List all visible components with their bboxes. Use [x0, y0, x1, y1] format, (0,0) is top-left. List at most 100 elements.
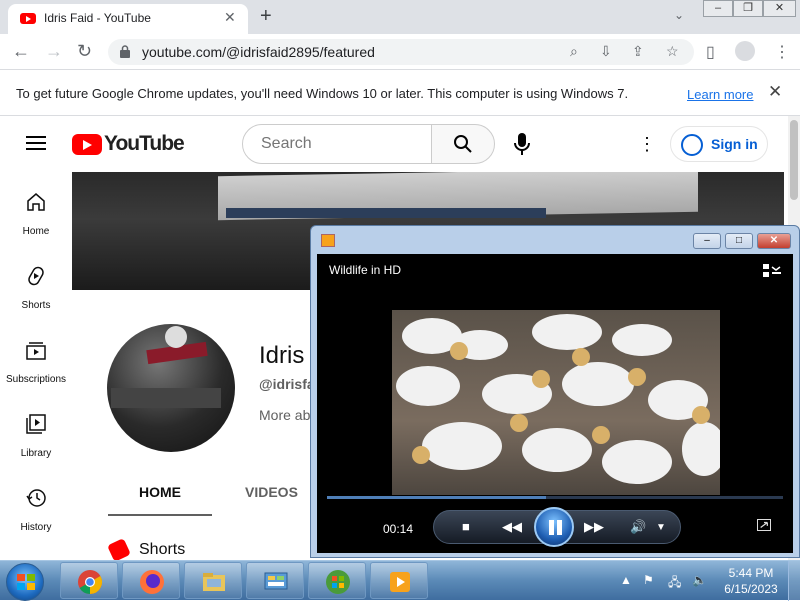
pause-button[interactable]: [534, 507, 574, 547]
channel-avatar[interactable]: [107, 324, 235, 452]
media-player-app-icon: [321, 234, 335, 247]
minimize-icon[interactable]: –: [703, 0, 733, 17]
youtube-play-icon: [72, 134, 102, 155]
show-hidden-icons-icon[interactable]: ▲: [620, 573, 632, 587]
install-icon[interactable]: ⇩: [600, 43, 612, 60]
browser-toolbar: ← → ↻ youtube.com/@idrisfaid2895/feature…: [0, 34, 800, 70]
seek-bar[interactable]: [327, 496, 783, 499]
search-input[interactable]: [259, 134, 419, 154]
share-icon[interactable]: ⇪: [632, 43, 644, 60]
video-bird-head: [532, 370, 550, 388]
shorts-section-label: Shorts: [139, 541, 186, 558]
tab-search-chevron-icon[interactable]: ⌄: [674, 8, 684, 22]
infobar-close-icon[interactable]: ✕: [768, 82, 782, 102]
restore-icon[interactable]: ❐: [733, 0, 763, 17]
nav-item-subscriptions[interactable]: Subscriptions: [0, 324, 72, 398]
video-area[interactable]: [392, 310, 720, 495]
media-player-icon: [390, 572, 410, 592]
media-player-frame: Wildlife in HD 00:14 ■ ◀◀ ▶▶ 🔊 ▼: [317, 254, 793, 553]
windows-taskbar: ▲ ⚑ 🖧 🔈 5:44 PM 6/15/2023: [0, 560, 800, 601]
sign-in-button[interactable]: Sign in: [670, 126, 768, 162]
volume-icon[interactable]: 🔊: [630, 519, 646, 535]
nav-item-history[interactable]: History: [0, 472, 72, 546]
avatar-photo-part: [111, 388, 221, 408]
video-bird-head: [412, 446, 430, 464]
nav-label: Shorts: [21, 300, 51, 311]
nav-item-library[interactable]: Library: [0, 398, 72, 472]
video-bird: [612, 324, 672, 356]
profile-icon[interactable]: [735, 41, 755, 61]
more-options-icon[interactable]: ⋮: [638, 134, 656, 155]
tab-videos[interactable]: VIDEOS: [245, 484, 298, 500]
search-box[interactable]: [242, 124, 432, 164]
hamburger-menu-icon[interactable]: [26, 136, 46, 150]
taskbar-media-player[interactable]: [370, 562, 428, 599]
tab-strip: Idris Faid - YouTube ✕ + ⌄ – ❐ ✕: [0, 0, 800, 34]
switch-to-library-icon[interactable]: [763, 264, 781, 278]
nav-label: Subscriptions: [5, 374, 67, 385]
chrome-icon: [78, 570, 103, 594]
video-bird: [602, 440, 672, 484]
new-tab-icon[interactable]: +: [260, 5, 272, 28]
tab-title: Idris Faid - YouTube: [44, 11, 151, 25]
channel-more-about[interactable]: More ab: [259, 407, 310, 423]
seek-progress-fill: [327, 496, 546, 499]
chrome-menu-icon[interactable]: ⋮: [774, 42, 790, 62]
sign-in-label: Sign in: [711, 136, 758, 152]
youtube-logo-text: YouTube: [104, 132, 185, 155]
scrollbar-thumb[interactable]: [790, 120, 798, 200]
back-icon[interactable]: ←: [12, 41, 30, 62]
microphone-icon[interactable]: [514, 133, 530, 155]
start-button[interactable]: [6, 563, 44, 601]
media-player-window[interactable]: – □ ✕ Wildlife in HD 00:14 ■ ◀◀ ▶▶ 🔊 ▼: [310, 225, 800, 558]
channel-name: Idris: [259, 342, 305, 369]
video-bird: [522, 428, 592, 472]
nav-item-home[interactable]: Home: [0, 176, 72, 250]
video-bird-head: [572, 348, 590, 366]
network-icon[interactable]: 🖧: [668, 573, 681, 594]
zoom-search-icon[interactable]: ⌕: [570, 43, 578, 60]
video-bird: [682, 422, 720, 476]
learn-more-link[interactable]: Learn more: [687, 87, 753, 102]
taskbar-chrome[interactable]: [60, 562, 118, 599]
taskbar-control-panel[interactable]: [246, 562, 304, 599]
bookmark-star-icon[interactable]: ☆: [666, 43, 679, 60]
reload-icon[interactable]: ↻: [77, 41, 92, 62]
video-bird-head: [692, 406, 710, 424]
volume-dropdown-icon[interactable]: ▼: [656, 522, 666, 533]
browser-tab[interactable]: Idris Faid - YouTube ✕: [8, 4, 248, 34]
window-controls: – ❐ ✕: [703, 0, 796, 18]
stop-icon[interactable]: ■: [462, 519, 470, 534]
nav-item-shorts[interactable]: Shorts: [0, 250, 72, 324]
action-center-icon[interactable]: ⚑: [643, 573, 654, 587]
history-icon: [26, 489, 46, 507]
video-bird: [532, 314, 602, 350]
tab-close-icon[interactable]: ✕: [224, 9, 236, 26]
close-window-icon[interactable]: ✕: [763, 0, 796, 17]
shorts-logo-icon: [107, 538, 131, 562]
address-bar[interactable]: youtube.com/@idrisfaid2895/featured ⌕ ⇩ …: [108, 39, 694, 65]
tab-home[interactable]: HOME: [139, 484, 181, 500]
system-clock[interactable]: 5:44 PM 6/15/2023: [722, 565, 780, 597]
youtube-left-nav: Home Shorts Subscriptions Library Histor…: [0, 172, 72, 560]
wmp-minimize-icon[interactable]: –: [693, 233, 721, 249]
folder-icon: [203, 573, 225, 591]
taskbar-explorer[interactable]: [184, 562, 242, 599]
nav-label: Home: [22, 226, 50, 237]
next-icon[interactable]: ▶▶: [584, 519, 604, 535]
show-desktop-button[interactable]: [788, 561, 800, 601]
forward-icon[interactable]: →: [45, 41, 63, 62]
video-bird: [396, 366, 460, 406]
channel-tabs: HOME VIDEOS: [108, 470, 318, 516]
fullscreen-icon[interactable]: [757, 519, 771, 531]
volume-tray-icon[interactable]: 🔈: [692, 573, 707, 587]
wmp-maximize-icon[interactable]: □: [725, 233, 753, 249]
search-button[interactable]: [431, 124, 495, 164]
wmp-close-icon[interactable]: ✕: [757, 233, 791, 249]
youtube-header: YouTube ⋮ Sign in: [0, 116, 790, 172]
previous-icon[interactable]: ◀◀: [502, 519, 522, 535]
video-bird-head: [510, 414, 528, 432]
side-panel-icon[interactable]: ▯: [706, 42, 715, 62]
taskbar-media-center[interactable]: [308, 562, 366, 599]
taskbar-firefox[interactable]: [122, 562, 180, 599]
